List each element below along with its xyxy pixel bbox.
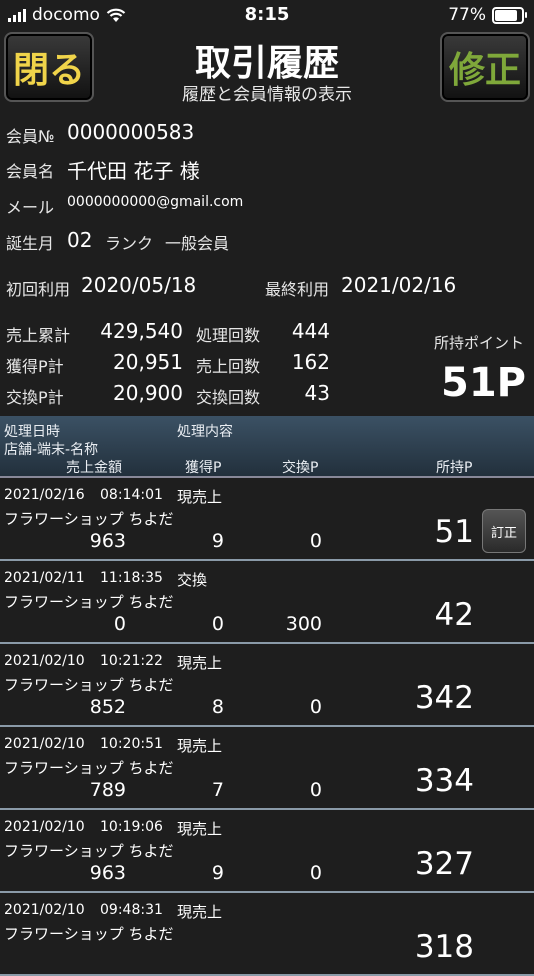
row-exchange: 0 bbox=[309, 696, 322, 718]
row-exchange: 300 bbox=[285, 613, 322, 635]
row-shop: フラワーショップ ちよだ bbox=[4, 676, 174, 694]
row-kind: 現売上 bbox=[177, 488, 223, 506]
row-date: 2021/02/11 bbox=[4, 570, 85, 586]
row-shop: フラワーショップ ちよだ bbox=[4, 925, 174, 943]
table-row[interactable]: 2021/02/10 10:19:06 現売上 フラワーショップ ちよだ 963… bbox=[0, 810, 534, 893]
row-shop: フラワーショップ ちよだ bbox=[4, 759, 174, 777]
table-row[interactable]: 2021/02/10 09:48:31 現売上 フラワーショップ ちよだ 318 bbox=[0, 893, 534, 976]
status-right: 77% bbox=[448, 5, 527, 25]
row-exchange: 0 bbox=[309, 530, 322, 552]
member-no: 0000000583 bbox=[67, 120, 195, 144]
row-date: 2021/02/10 bbox=[4, 819, 85, 835]
row-date: 2021/02/10 bbox=[4, 902, 85, 918]
member-name: 千代田 花子 様 bbox=[67, 159, 200, 183]
first-use-label: 初回利用 bbox=[6, 280, 71, 299]
row-sales: 0 bbox=[113, 613, 126, 635]
row-exchange: 0 bbox=[309, 779, 322, 801]
exchange-total: 20,900 bbox=[113, 381, 183, 405]
row-time: 08:14:01 bbox=[100, 487, 163, 503]
header-held: 所持P bbox=[436, 460, 473, 476]
row-earned: 8 bbox=[211, 696, 224, 718]
mail-label: メール bbox=[6, 198, 55, 217]
row-held: 342 bbox=[414, 680, 474, 716]
history-list[interactable]: 2021/02/16 08:14:01 現売上 フラワーショップ ちよだ 963… bbox=[0, 478, 534, 976]
member-no-label: 会員№ bbox=[6, 127, 55, 146]
header-datetime: 処理日時 bbox=[4, 424, 60, 440]
sales-count: 162 bbox=[291, 350, 330, 374]
row-kind: 現売上 bbox=[177, 903, 223, 921]
battery-icon bbox=[492, 6, 527, 24]
row-kind: 現売上 bbox=[177, 737, 223, 755]
sales-total-label: 売上累計 bbox=[6, 326, 71, 345]
row-held: 51 bbox=[434, 514, 474, 550]
row-sales: 963 bbox=[89, 862, 126, 884]
row-shop: フラワーショップ ちよだ bbox=[4, 510, 174, 528]
earned-total: 20,951 bbox=[113, 350, 183, 374]
row-held: 327 bbox=[414, 846, 474, 882]
birth-month: 02 bbox=[67, 228, 93, 252]
row-sales: 852 bbox=[89, 696, 126, 718]
points-label: 所持ポイント bbox=[433, 334, 524, 352]
row-date: 2021/02/16 bbox=[4, 487, 85, 503]
edit-button[interactable]: 修正 bbox=[440, 32, 530, 102]
rank-label: ランク bbox=[105, 234, 154, 253]
row-shop: フラワーショップ ちよだ bbox=[4, 842, 174, 860]
exchange-count-label: 交換回数 bbox=[196, 388, 261, 407]
row-sales: 963 bbox=[89, 530, 126, 552]
birth-month-label: 誕生月 bbox=[6, 234, 55, 253]
first-use-date: 2020/05/18 bbox=[81, 273, 197, 297]
process-count-label: 処理回数 bbox=[196, 326, 261, 345]
row-date: 2021/02/10 bbox=[4, 736, 85, 752]
table-row[interactable]: 2021/02/11 11:18:35 交換 フラワーショップ ちよだ 0 0 … bbox=[0, 561, 534, 644]
row-time: 09:48:31 bbox=[100, 902, 163, 918]
member-name-label: 会員名 bbox=[6, 162, 55, 181]
battery-percent: 77% bbox=[448, 5, 486, 25]
row-earned: 9 bbox=[211, 862, 224, 884]
table-row[interactable]: 2021/02/10 10:21:22 現売上 フラワーショップ ちよだ 852… bbox=[0, 644, 534, 727]
row-held: 318 bbox=[414, 929, 474, 965]
last-use-date: 2021/02/16 bbox=[341, 273, 457, 297]
row-sales: 789 bbox=[89, 779, 126, 801]
sales-count-label: 売上回数 bbox=[196, 357, 261, 376]
row-time: 10:21:22 bbox=[100, 653, 163, 669]
row-date: 2021/02/10 bbox=[4, 653, 85, 669]
header-shop: 店舗-端末-名称 bbox=[4, 442, 99, 458]
header-earned: 獲得P bbox=[185, 460, 222, 476]
header-exchange: 交換P bbox=[282, 460, 319, 476]
row-earned: 9 bbox=[211, 530, 224, 552]
table-row[interactable]: 2021/02/10 10:20:51 現売上 フラワーショップ ちよだ 789… bbox=[0, 727, 534, 810]
row-shop: フラワーショップ ちよだ bbox=[4, 593, 174, 611]
rank-value: 一般会員 bbox=[165, 234, 230, 253]
row-kind: 交換 bbox=[177, 571, 208, 589]
exchange-count: 43 bbox=[304, 381, 330, 405]
sales-total: 429,540 bbox=[100, 319, 183, 343]
exchange-total-label: 交換P計 bbox=[6, 388, 64, 407]
table-header: 処理日時 処理内容 店舗-端末-名称 売上金額 獲得P 交換P 所持P bbox=[0, 416, 534, 476]
process-count: 444 bbox=[291, 319, 330, 343]
points-value: 51P bbox=[441, 360, 526, 406]
earned-total-label: 獲得P計 bbox=[6, 357, 64, 376]
row-kind: 現売上 bbox=[177, 820, 223, 838]
row-time: 10:20:51 bbox=[100, 736, 163, 752]
last-use-label: 最終利用 bbox=[265, 280, 330, 299]
mail-address: 0000000000@gmail.com bbox=[67, 194, 244, 210]
table-row[interactable]: 2021/02/16 08:14:01 現売上 フラワーショップ ちよだ 963… bbox=[0, 478, 534, 561]
row-time: 10:19:06 bbox=[100, 819, 163, 835]
row-held: 42 bbox=[434, 597, 474, 633]
row-held: 334 bbox=[414, 763, 474, 799]
header-sales: 売上金額 bbox=[66, 460, 122, 476]
status-bar: docomo 8:15 77% bbox=[0, 0, 534, 30]
row-earned: 0 bbox=[211, 613, 224, 635]
correct-button[interactable]: 訂正 bbox=[482, 509, 526, 553]
row-time: 11:18:35 bbox=[100, 570, 163, 586]
row-exchange: 0 bbox=[309, 862, 322, 884]
row-earned: 7 bbox=[211, 779, 224, 801]
header-content: 処理内容 bbox=[177, 424, 233, 440]
row-kind: 現売上 bbox=[177, 654, 223, 672]
